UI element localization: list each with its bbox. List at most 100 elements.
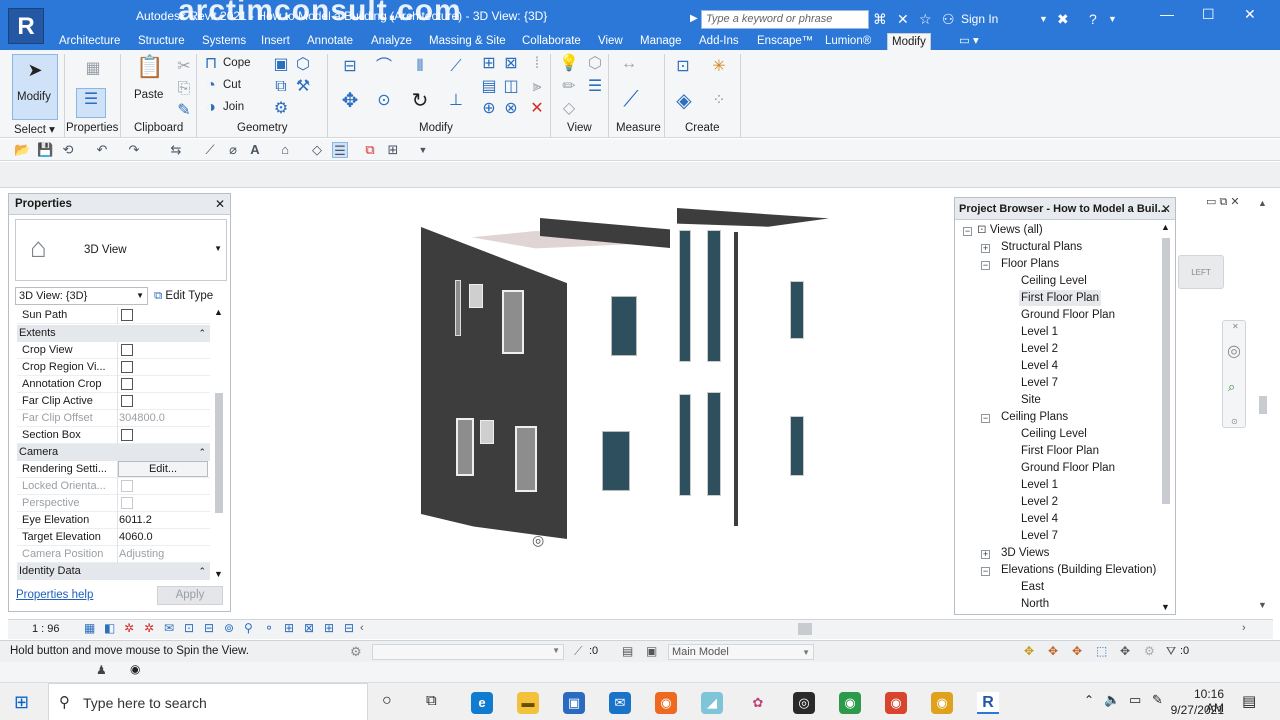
cortana-icon[interactable]: ○ <box>382 692 392 710</box>
join-icon[interactable]: ◑ <box>200 97 222 119</box>
chrome-icon[interactable]: ◉ <box>839 692 861 714</box>
scroll-up-icon[interactable]: ▲ <box>1161 222 1170 232</box>
mail-icon[interactable]: ✉ <box>609 692 631 714</box>
cut-geometry-icon[interactable]: ◔ <box>200 75 222 97</box>
tree-fp-level-2[interactable]: Level 2 <box>1021 341 1058 357</box>
tree-fp-first-floor-plan[interactable]: First Floor Plan <box>1019 290 1101 306</box>
browser-scrollbar[interactable]: ▲ ▼ <box>1159 222 1173 614</box>
tree-fp-site[interactable]: Site <box>1021 392 1041 408</box>
rotate-icon[interactable]: ↻ <box>406 90 434 116</box>
firefox-icon[interactable]: ◉ <box>655 692 677 714</box>
pin-icon[interactable]: ⊕ <box>478 98 500 120</box>
restore-view-icon[interactable]: ⧉ <box>1219 196 1227 208</box>
edge-icon[interactable]: e <box>471 692 493 714</box>
store-icon[interactable]: ▣ <box>563 692 585 714</box>
tab-lumion[interactable]: Lumion® <box>821 33 875 49</box>
collapse-icon[interactable]: ⌃ <box>198 563 206 580</box>
move-icon[interactable]: ✥ <box>336 90 364 116</box>
text-icon[interactable]: A <box>247 142 263 158</box>
tree-fp-level-4[interactable]: Level 4 <box>1021 358 1058 374</box>
minimize-icon[interactable]: — <box>1160 6 1174 22</box>
tree-cp-ground-floor-plan[interactable]: Ground Floor Plan <box>1021 460 1115 476</box>
offset-icon[interactable]: ⌒ <box>370 56 398 82</box>
expand-toggle[interactable]: + <box>981 550 990 559</box>
sun-path-checkbox[interactable] <box>121 309 133 321</box>
view-selector-dropdown-icon[interactable]: ▼ <box>136 288 144 304</box>
file-explorer-icon[interactable]: ▬ <box>517 692 539 714</box>
crop-region-checkbox[interactable] <box>121 361 133 373</box>
tree-ceiling-plans[interactable]: Ceiling Plans <box>1001 409 1068 425</box>
subscription-icon[interactable]: ✕ <box>897 10 909 28</box>
default-3d-view-icon[interactable]: ⌂ <box>277 142 293 158</box>
collapse-toggle[interactable]: − <box>981 567 990 576</box>
switch-windows-icon[interactable]: ⊞ <box>385 142 401 158</box>
select-pinned-icon[interactable]: ✥ <box>1072 644 1082 658</box>
paste-label[interactable]: Paste <box>134 89 163 101</box>
user-icon[interactable]: ⚇ <box>942 10 955 28</box>
edit-type-button[interactable]: ⧉ Edit Type <box>154 287 226 305</box>
chrome-profile-2-icon[interactable]: ◉ <box>931 692 953 714</box>
array-path-icon[interactable]: ⁞ <box>526 53 548 75</box>
crop-view-checkbox[interactable] <box>121 344 133 356</box>
infocenter-arrow-icon[interactable]: ▶ <box>690 10 698 28</box>
expand-toggle[interactable]: + <box>981 244 990 253</box>
section-box-checkbox[interactable] <box>121 429 133 441</box>
highlight-displacement-icon[interactable]: ⊞ <box>324 621 334 635</box>
tree-fp-level-7[interactable]: Level 7 <box>1021 375 1058 391</box>
reveal-hidden-icon[interactable]: ⚬ <box>264 621 274 635</box>
properties-icon[interactable]: ☰ <box>76 88 106 118</box>
keyword-search-input[interactable]: Type a keyword or phrase <box>701 10 869 29</box>
tab-structure[interactable]: Structure <box>134 33 189 49</box>
steering-wheel-icon[interactable]: ◎ <box>1227 341 1241 361</box>
tree-floor-plans[interactable]: Floor Plans <box>1001 256 1059 272</box>
collapse-icon[interactable]: ⌃ <box>198 325 206 342</box>
rendering-icon[interactable]: ✉ <box>164 621 174 635</box>
type-selector[interactable]: ⌂ 3D View ▼ <box>15 219 227 281</box>
app-icon[interactable]: ◢ <box>701 692 723 714</box>
tree-cp-level-2[interactable]: Level 2 <box>1021 494 1058 510</box>
measure-qat-icon[interactable]: ⟋ <box>202 142 218 158</box>
paint-app-icon[interactable]: ✿ <box>747 692 769 714</box>
help-dropdown-icon[interactable]: ▼ <box>1108 10 1117 28</box>
help-icon[interactable]: ? <box>1089 10 1097 28</box>
measure-dimension-icon[interactable]: ⟋ <box>616 88 646 118</box>
tree-fp-ground-floor-plan[interactable]: Ground Floor Plan <box>1021 307 1115 323</box>
tab-analyze[interactable]: Analyze <box>367 33 416 49</box>
scroll-right-icon[interactable]: › <box>1242 622 1246 634</box>
group-extents[interactable]: Extents ⌃ <box>17 325 210 342</box>
scroll-down-icon[interactable]: ▼ <box>214 569 223 579</box>
close-icon[interactable]: ✕ <box>1161 202 1171 216</box>
tab-annotate[interactable]: Annotate <box>303 33 357 49</box>
dropdown-icon[interactable]: ▼ <box>552 646 560 655</box>
sync-icon[interactable]: ⟲ <box>60 142 76 158</box>
create-assembly-icon[interactable]: ⊡ <box>670 56 696 82</box>
tree-el-north[interactable]: North <box>1021 596 1049 612</box>
trim-extend-icon[interactable]: ⫸ <box>526 76 548 98</box>
split-face-icon[interactable]: ⧉ <box>270 76 292 98</box>
close-icon[interactable]: ✕ <box>215 197 225 211</box>
match-properties-icon[interactable]: ✎ <box>173 100 195 122</box>
thin-lines-qat-icon[interactable]: ☰ <box>332 142 348 158</box>
tab-enscape[interactable]: Enscape™ <box>753 33 817 49</box>
customize-qat-icon[interactable]: ▼ <box>415 142 431 158</box>
eraser-icon[interactable]: ◇ <box>558 98 580 120</box>
cut-scissors-icon[interactable]: ✂ <box>173 56 195 78</box>
array-icon[interactable]: ▤ <box>478 76 500 98</box>
paint-icon[interactable]: ⬡ <box>292 54 314 76</box>
design-option-selector[interactable]: Main Model ▼ <box>668 644 814 660</box>
save-icon[interactable]: 💾 <box>37 142 53 158</box>
scroll-thumb[interactable] <box>1162 238 1170 504</box>
dropdown-icon[interactable]: ▼ <box>802 646 810 660</box>
horizontal-scroll-thumb[interactable] <box>798 623 812 635</box>
viewcube[interactable]: LEFT <box>1178 255 1224 289</box>
split-gap-icon[interactable]: ⊠ <box>500 53 522 75</box>
scroll-up-icon[interactable]: ▲ <box>214 307 223 317</box>
worksharing-icon[interactable]: ⊞ <box>284 621 294 635</box>
group-camera[interactable]: Camera ⌃ <box>17 444 210 461</box>
cut-label[interactable]: Cut <box>223 79 241 91</box>
delete-icon[interactable]: ✕ <box>526 98 548 120</box>
wall-joins-icon[interactable]: ▣ <box>270 54 292 76</box>
trim-icon[interactable]: ⊥ <box>442 90 470 116</box>
linework-icon[interactable]: ✏ <box>558 76 580 98</box>
panel-select[interactable]: Select ▾ <box>14 122 55 136</box>
